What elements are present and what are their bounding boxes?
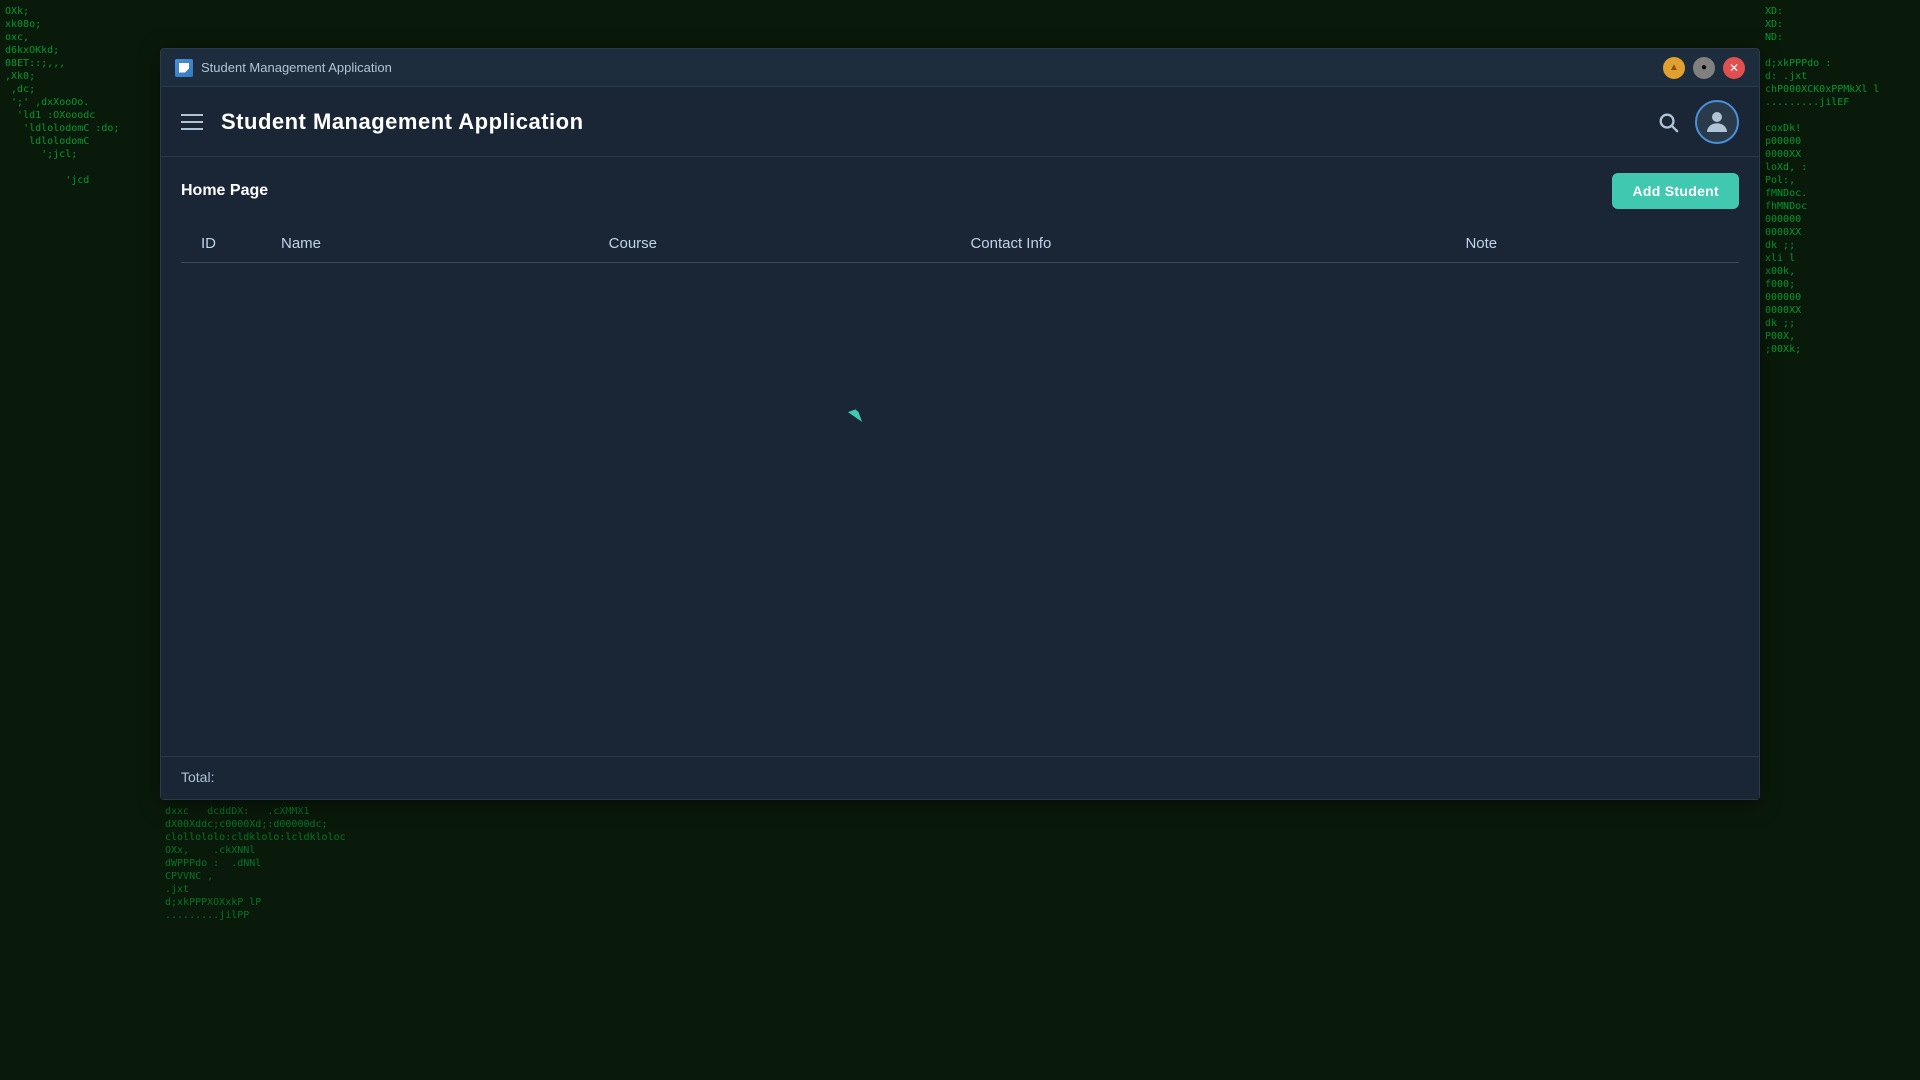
- title-bar-left: Student Management Application: [175, 59, 392, 77]
- content-header: Home Page Add Student: [181, 173, 1739, 209]
- total-label: Total:: [181, 769, 214, 785]
- app-icon-inner: [179, 63, 189, 73]
- minimize-button[interactable]: ▲: [1663, 57, 1685, 79]
- close-button[interactable]: ✕: [1723, 57, 1745, 79]
- bg-code-left: OXk; xk08o; oxc, d6kxOKkd; 08ET::;,,, ,X…: [0, 0, 160, 1080]
- col-name: Name: [261, 225, 589, 263]
- table-header: ID Name Course Contact Info Note: [181, 225, 1739, 263]
- add-student-button[interactable]: Add Student: [1612, 173, 1739, 209]
- hamburger-menu-button[interactable]: [181, 114, 203, 130]
- user-avatar-button[interactable]: [1695, 100, 1739, 144]
- bg-code-bottom: dxxc dcddDX: .cXMMX1 dX00Xddc;c0000Xd;:d…: [160, 800, 1760, 1080]
- app-window: Student Management Application ▲ ● ✕ Stu…: [160, 48, 1760, 800]
- app-footer: Total:: [161, 756, 1759, 799]
- bg-code-right: XD: XD: ND: d;xkPPPdo : d: .jxt chP000XC…: [1760, 0, 1920, 1080]
- header-right: [1657, 100, 1739, 144]
- col-course: Course: [589, 225, 951, 263]
- app-header: Student Management Application: [161, 87, 1759, 157]
- page-title: Home Page: [181, 182, 268, 200]
- header-left: Student Management Application: [181, 109, 584, 135]
- search-icon: [1657, 111, 1679, 133]
- user-icon: [1702, 107, 1732, 137]
- hamburger-line-1: [181, 114, 203, 116]
- app-title: Student Management Application: [221, 109, 584, 135]
- col-id: ID: [181, 225, 261, 263]
- student-table: ID Name Course Contact Info Note: [181, 225, 1739, 263]
- title-bar: Student Management Application ▲ ● ✕: [161, 49, 1759, 87]
- col-note: Note: [1445, 225, 1739, 263]
- col-contact-info: Contact Info: [950, 225, 1445, 263]
- app-icon: [175, 59, 193, 77]
- search-button[interactable]: [1657, 111, 1679, 133]
- maximize-button[interactable]: ●: [1693, 57, 1715, 79]
- hamburger-line-3: [181, 128, 203, 130]
- window-title: Student Management Application: [201, 60, 392, 75]
- table-header-row: ID Name Course Contact Info Note: [181, 225, 1739, 263]
- hamburger-line-2: [181, 121, 203, 123]
- table-container: ID Name Course Contact Info Note: [181, 225, 1739, 740]
- app-content: Home Page Add Student ID Name Course Con…: [161, 157, 1759, 756]
- title-bar-controls: ▲ ● ✕: [1663, 57, 1745, 79]
